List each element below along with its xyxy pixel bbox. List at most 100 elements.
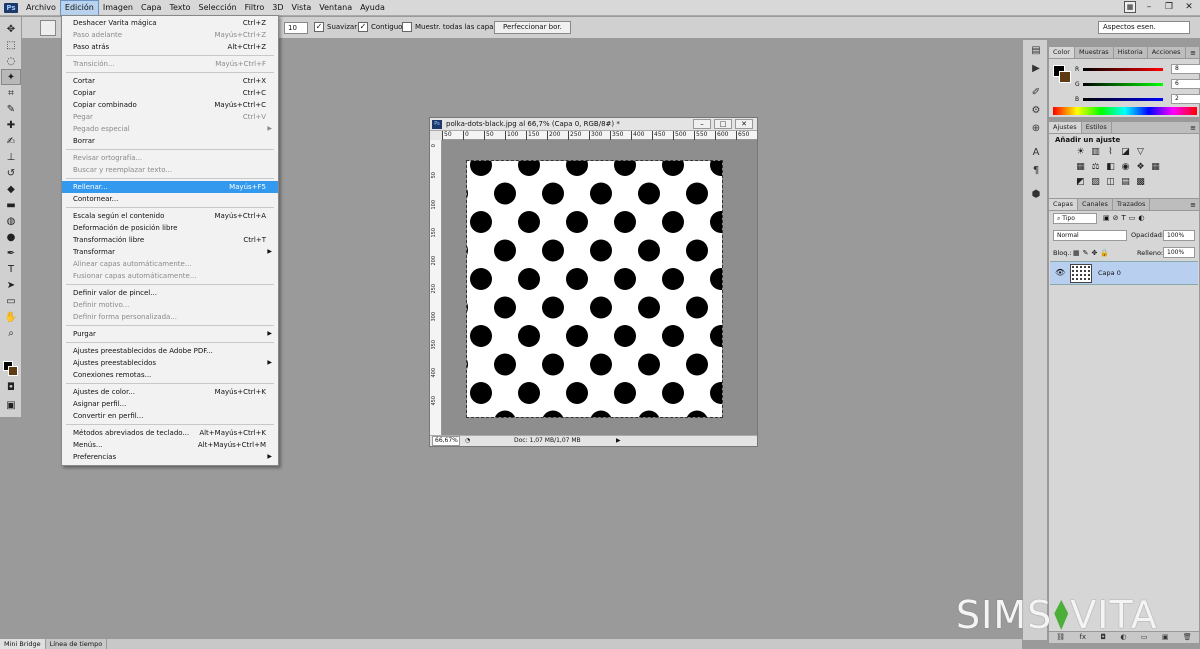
doc-close-icon[interactable]: ✕ xyxy=(735,119,753,129)
menu-item[interactable]: Copiar combinado Mayús+Ctrl+C xyxy=(62,99,278,111)
menu-item[interactable]: Paso atrás Alt+Ctrl+Z xyxy=(62,41,278,53)
type-tool-icon[interactable]: T xyxy=(1,261,21,277)
move-tool-icon[interactable]: ✥ xyxy=(1,21,21,37)
menu-edicion[interactable]: Edición xyxy=(59,0,99,16)
menu-item[interactable]: Ajustes preestablecidos ▶ xyxy=(62,357,278,369)
menu-item[interactable]: Ajustes de color... Mayús+Ctrl+K xyxy=(62,386,278,398)
brush-panel-icon[interactable]: ✐ xyxy=(1025,84,1047,100)
3d-panel-icon[interactable]: ⬢ xyxy=(1025,186,1047,202)
paragraph-panel-icon[interactable]: ¶ xyxy=(1025,162,1047,178)
marquee-tool-icon[interactable]: ⬚ xyxy=(1,37,21,53)
blur-tool-icon[interactable]: ◍ xyxy=(1,213,21,229)
eraser-tool-icon[interactable]: ◆ xyxy=(1,181,21,197)
lock-icons[interactable]: ▦✎✥🔒 xyxy=(1073,249,1112,257)
menu-3d[interactable]: 3D xyxy=(268,0,287,16)
red-slider-row[interactable]: R 8 xyxy=(1075,64,1200,74)
menu-archivo[interactable]: Archivo xyxy=(22,0,60,16)
quick-mask-icon[interactable]: ◘ xyxy=(1,379,21,395)
menu-item[interactable]: Copiar Ctrl+C xyxy=(62,87,278,99)
color-spectrum-bar[interactable] xyxy=(1053,107,1197,115)
tab-historia[interactable]: Historia xyxy=(1114,47,1148,58)
brush-tool-icon[interactable]: ✍ xyxy=(1,133,21,149)
blue-value[interactable]: 2 xyxy=(1171,94,1200,104)
zoom-level-field[interactable]: 66,67% xyxy=(432,436,460,446)
tab-trazados[interactable]: Trazados xyxy=(1113,199,1151,210)
menu-item[interactable]: Purgar ▶ xyxy=(62,328,278,340)
check-icon[interactable]: ✓ xyxy=(358,22,368,32)
panel-menu-icon[interactable]: ≡ xyxy=(1190,49,1196,57)
menu-item[interactable]: Métodos abreviados de teclado... Alt+Mayú… xyxy=(62,427,278,439)
shape-tool-icon[interactable]: ▭ xyxy=(1,293,21,309)
check-icon[interactable]: ✓ xyxy=(314,22,324,32)
dodge-tool-icon[interactable]: ● xyxy=(1,229,21,245)
brightness-icon[interactable]: ☀ xyxy=(1075,147,1086,158)
pen-tool-icon[interactable]: ✒ xyxy=(1,245,21,261)
layer-thumbnail[interactable] xyxy=(1070,264,1092,283)
color-balance-icon[interactable]: ⚖ xyxy=(1090,162,1101,173)
maximize-icon[interactable]: ❐ xyxy=(1162,1,1176,13)
menu-item[interactable]: Preferencias ▶ xyxy=(62,451,278,463)
menu-filtro[interactable]: Filtro xyxy=(241,0,269,16)
tab-color[interactable]: Color xyxy=(1049,47,1075,58)
new-layer-icon[interactable]: ▣ xyxy=(1162,632,1169,643)
levels-icon[interactable]: ▥ xyxy=(1090,147,1101,158)
brush-presets-icon[interactable]: ⚙ xyxy=(1025,102,1047,118)
contiguous-checkbox[interactable]: ✓ Contiguo xyxy=(358,22,402,32)
tab-estilos[interactable]: Estilos xyxy=(1082,122,1112,133)
history-panel-icon[interactable]: ▤ xyxy=(1025,42,1047,58)
menu-item[interactable]: Asignar perfil... xyxy=(62,398,278,410)
photo-filter-icon[interactable]: ◉ xyxy=(1120,162,1131,173)
vertical-ruler[interactable]: 0 50 100 150 200 250 300 350 400 450 xyxy=(430,140,442,435)
layer-row[interactable]: 👁 Capa 0 xyxy=(1050,261,1198,285)
canvas-area[interactable] xyxy=(442,140,757,435)
menu-ayuda[interactable]: Ayuda xyxy=(356,0,389,16)
layer-filter-select[interactable]: ⌕ Tipo xyxy=(1053,213,1097,224)
green-slider[interactable] xyxy=(1083,82,1163,86)
menu-item[interactable]: Contornear... xyxy=(62,193,278,205)
minimize-icon[interactable]: – xyxy=(1142,1,1156,13)
menu-item[interactable]: Transformar ▶ xyxy=(62,246,278,258)
layer-name[interactable]: Capa 0 xyxy=(1098,269,1121,277)
color-lookup-icon[interactable]: ▦ xyxy=(1150,162,1161,173)
horizontal-ruler[interactable]: 50 0 50 100 150 200 250 300 350 400 450 500 550 600 65… xyxy=(442,131,757,140)
tab-capas[interactable]: Capas xyxy=(1049,199,1079,210)
tolerance-input[interactable]: 10 xyxy=(284,22,308,34)
sample-all-checkbox[interactable]: Muestr. todas las capas xyxy=(402,22,497,32)
eye-icon[interactable]: 👁 xyxy=(1055,268,1065,277)
menu-vista[interactable]: Vista xyxy=(288,0,316,16)
blue-slider-row[interactable]: B 2 xyxy=(1075,94,1200,104)
panel-menu-icon[interactable]: ≡ xyxy=(1190,201,1196,209)
invert-icon[interactable]: ◩ xyxy=(1075,177,1086,188)
channel-mixer-icon[interactable]: ❖ xyxy=(1135,162,1146,173)
hand-tool-icon[interactable]: ✋ xyxy=(1,309,21,325)
doc-size-info[interactable]: Doc: 1,07 MB/1,07 MB xyxy=(514,436,581,446)
doc-maximize-icon[interactable]: □ xyxy=(714,119,732,129)
status-icon[interactable]: ◔ xyxy=(465,436,470,446)
bg-color-chip[interactable] xyxy=(1059,71,1071,83)
tab-mini-bridge[interactable]: Mini Bridge xyxy=(0,639,46,649)
threshold-icon[interactable]: ◫ xyxy=(1105,177,1116,188)
tab-acciones[interactable]: Acciones xyxy=(1148,47,1186,58)
hue-saturation-icon[interactable]: ▦ xyxy=(1075,162,1086,173)
panel-menu-icon[interactable]: ≡ xyxy=(1190,124,1196,132)
history-brush-tool-icon[interactable]: ↺ xyxy=(1,165,21,181)
document-title-bar[interactable]: Ps polka-dots-black.jpg al 66,7% (Capa 0… xyxy=(430,118,757,131)
lasso-tool-icon[interactable]: ◌ xyxy=(1,53,21,69)
tab-timeline[interactable]: Línea de tiempo xyxy=(46,639,108,649)
eyedropper-tool-icon[interactable]: ✎ xyxy=(1,101,21,117)
posterize-icon[interactable]: ▨ xyxy=(1090,177,1101,188)
healing-tool-icon[interactable]: ✚ xyxy=(1,117,21,133)
smooth-checkbox[interactable]: ✓ Suavizar xyxy=(314,22,357,32)
menu-item[interactable]: Deformación de posición libre xyxy=(62,222,278,234)
fill-input[interactable]: 100% xyxy=(1163,247,1195,258)
menu-seleccion[interactable]: Selección xyxy=(195,0,241,16)
refine-edge-button[interactable]: Perfeccionar bor. xyxy=(494,21,571,34)
red-value[interactable]: 8 xyxy=(1171,64,1200,74)
selective-color-icon[interactable]: ▩ xyxy=(1135,177,1146,188)
menu-imagen[interactable]: Imagen xyxy=(99,0,137,16)
blend-mode-select[interactable]: Normal xyxy=(1053,230,1127,241)
menu-item[interactable]: Definir valor de pincel... xyxy=(62,287,278,299)
red-slider[interactable] xyxy=(1083,67,1163,71)
status-menu-arrow-icon[interactable]: ▶ xyxy=(616,436,621,446)
menu-item[interactable]: Conexiones remotas... xyxy=(62,369,278,381)
